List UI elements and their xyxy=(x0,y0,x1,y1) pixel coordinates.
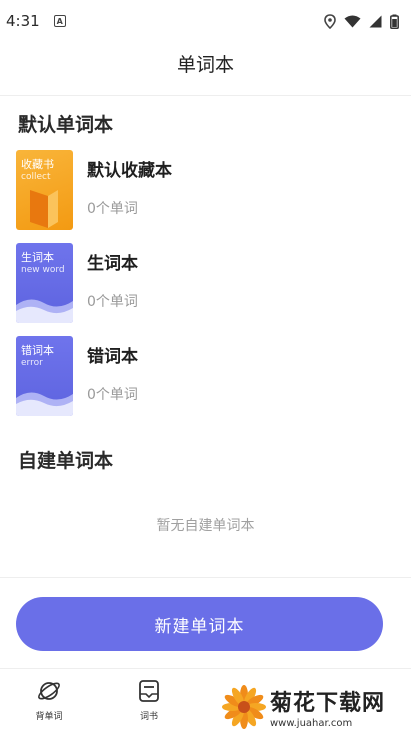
battery-icon xyxy=(390,14,399,29)
book-name: 生词本 xyxy=(87,254,138,274)
default-section-title: 默认单词本 xyxy=(18,114,114,136)
book-icon xyxy=(139,680,159,702)
new-wordbook-button[interactable]: 新建单词本 xyxy=(16,597,383,651)
open-book-icon xyxy=(30,190,58,228)
watermark-title: 菊花下载网 xyxy=(270,690,386,716)
book-count: 0个单词 xyxy=(87,387,138,403)
book-name: 错词本 xyxy=(87,347,138,367)
wave-icon xyxy=(16,299,73,323)
empty-state-text: 暂无自建单词本 xyxy=(156,518,255,534)
book-collect[interactable]: 收藏书 collect 默认收藏本 0个单词 xyxy=(16,150,396,230)
error-cover: 错词本 error xyxy=(16,336,73,416)
book-new-word[interactable]: 生词本 new word 生词本 0个单词 xyxy=(16,243,396,323)
new-word-cover: 生词本 new word xyxy=(16,243,73,323)
collect-cover: 收藏书 collect xyxy=(16,150,73,230)
watermark-url: www.juahar.com xyxy=(270,717,353,729)
watermark: 菊花下载网 www.juahar.com xyxy=(222,682,411,731)
book-count: 0个单词 xyxy=(87,294,138,310)
book-name: 默认收藏本 xyxy=(87,161,172,181)
status-bar: 4:31 A xyxy=(0,0,411,42)
wave-icon xyxy=(16,392,73,416)
custom-section-title: 自建单词本 xyxy=(18,450,114,472)
button-divider xyxy=(0,577,411,578)
header-divider xyxy=(0,95,411,96)
book-count: 0个单词 xyxy=(87,201,138,217)
nav-item-wordbook[interactable]: 词书 xyxy=(119,679,179,722)
status-time: 4:31 xyxy=(6,12,40,30)
status-icons xyxy=(324,13,399,29)
flower-logo-icon xyxy=(222,684,266,729)
nav-item-recite[interactable]: 背单词 xyxy=(19,679,79,722)
nav-label: 背单词 xyxy=(35,712,63,722)
page-title: 单词本 xyxy=(176,53,234,76)
location-icon xyxy=(324,13,336,29)
wifi-icon xyxy=(344,15,361,27)
book-error[interactable]: 错词本 error 错词本 0个单词 xyxy=(16,336,396,416)
nav-label: 词书 xyxy=(139,712,158,722)
signal-icon xyxy=(369,15,382,27)
notification-icon: A xyxy=(53,15,66,27)
planet-icon xyxy=(38,682,60,700)
